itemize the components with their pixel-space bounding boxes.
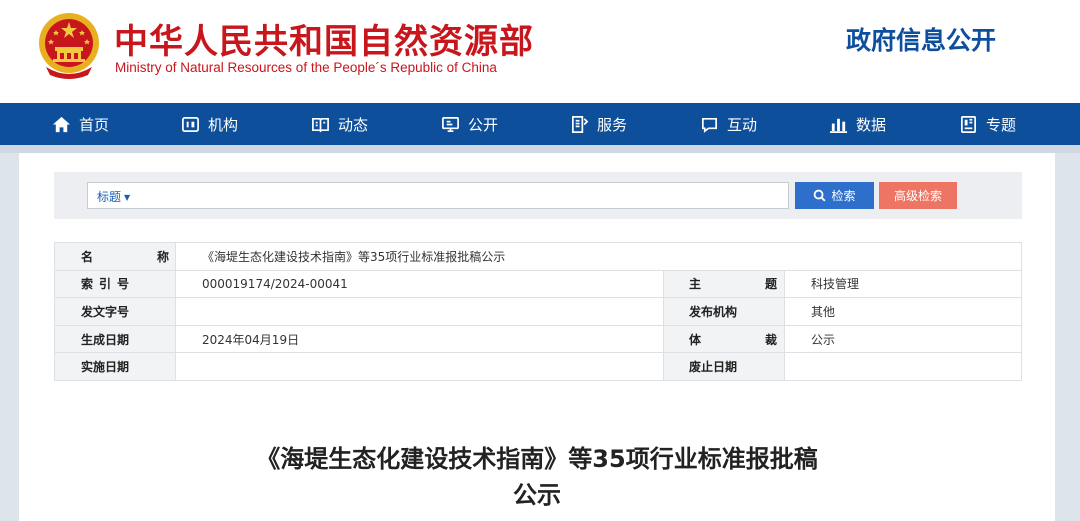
name-label: 名 称 xyxy=(81,249,169,264)
advanced-search-label: 高级检索 xyxy=(893,189,942,203)
subject-label: 主 题 xyxy=(689,277,777,292)
genre-value: 公示 xyxy=(784,324,1022,354)
main-nav: 首页 机构 动态 公开 服务 互动 数据 专题 xyxy=(0,103,1080,145)
search-field-label: 标题 xyxy=(97,190,122,204)
doc-no-label-cell: 发文字号 xyxy=(54,297,176,326)
name-value: 《海堤生态化建设技术指南》等35项行业标准报批稿公示 xyxy=(175,242,1022,271)
nav-item-label: 专题 xyxy=(986,115,1017,134)
nav-item-organization[interactable]: 机构 xyxy=(181,103,238,145)
nav-item-label: 数据 xyxy=(856,115,887,134)
created-label: 生成日期 xyxy=(81,332,130,347)
chat-icon xyxy=(701,117,718,133)
document-icon xyxy=(571,115,589,133)
table-row: 名 称 《海堤生态化建设技术指南》等35项行业标准报批稿公示 xyxy=(54,242,1022,271)
search-icon xyxy=(814,189,827,202)
monitor-icon xyxy=(442,116,459,132)
search-bar: 标题 ▼ 检索 高级检索 xyxy=(54,172,1022,219)
expiry-label-cell: 废止日期 xyxy=(663,352,785,381)
index-label: 索引号 xyxy=(81,277,136,292)
search-input[interactable]: 标题 ▼ xyxy=(87,182,789,209)
nav-item-interact[interactable]: 互动 xyxy=(700,103,757,145)
effective-value xyxy=(175,352,664,381)
nav-item-topic[interactable]: 专题 xyxy=(959,103,1016,145)
table-row: 发文字号 发布机构 其他 xyxy=(54,297,1022,326)
index-label-cell: 索引号 xyxy=(54,269,176,299)
nav-item-public[interactable]: 公开 xyxy=(441,103,498,145)
issuer-label-cell: 发布机构 xyxy=(663,297,785,326)
content-panel: 标题▼ 检索 高级检索 名 称 《海堤生态化建设技术指南》等35项行业标准报批稿… xyxy=(19,153,1055,521)
issuer-value: 其他 xyxy=(784,297,1022,326)
caret-down-icon: ▼ xyxy=(124,193,131,202)
nav-item-home[interactable]: 首页 xyxy=(52,103,109,145)
site-subtitle: Ministry of Natural Resources of the Peo… xyxy=(115,60,497,75)
search-button-label: 检索 xyxy=(831,189,856,203)
organization-icon xyxy=(182,116,199,132)
site-header: 中华人民共和国自然资源部 Ministry of Natural Resourc… xyxy=(0,0,1080,103)
news-icon xyxy=(312,117,329,132)
expiry-label: 废止日期 xyxy=(689,360,738,375)
advanced-search-button[interactable]: 高级检索 xyxy=(879,182,957,209)
article-title: 《海堤生态化建设技术指南》等35项行业标准报批稿 公示 xyxy=(19,441,1055,513)
home-icon xyxy=(52,116,71,132)
site-title[interactable]: 中华人民共和国自然资源部 xyxy=(114,14,534,63)
created-value: 2024年04月19日 xyxy=(175,324,664,354)
article-title-line-1: 《海堤生态化建设技术指南》等35项行业标准报批稿 xyxy=(256,445,818,473)
article-title-line-2: 公示 xyxy=(513,481,561,509)
subject-label-cell: 主 题 xyxy=(663,269,785,299)
nav-item-label: 服务 xyxy=(597,115,628,134)
effective-label: 实施日期 xyxy=(81,360,130,375)
subject-value: 科技管理 xyxy=(784,269,1022,299)
expiry-value xyxy=(784,352,1022,381)
national-emblem-icon[interactable] xyxy=(36,11,102,81)
nav-item-news[interactable]: 动态 xyxy=(311,103,368,145)
genre-label-cell: 体 裁 xyxy=(663,324,785,354)
index-value: 000019174/2024-00041 xyxy=(175,269,664,299)
nav-item-service[interactable]: 服务 xyxy=(570,103,627,145)
genre-label: 体 裁 xyxy=(689,332,777,347)
nav-item-label: 公开 xyxy=(468,115,499,134)
document-info-table: 名 称 《海堤生态化建设技术指南》等35项行业标准报批稿公示 索引号 00001… xyxy=(54,242,1022,381)
created-label-cell: 生成日期 xyxy=(54,324,176,354)
doc-no-value xyxy=(175,297,664,326)
nav-shadow-stripe xyxy=(0,145,1080,153)
table-row: 实施日期 废止日期 xyxy=(54,352,1022,381)
nav-item-label: 动态 xyxy=(338,115,369,134)
table-row: 生成日期 2024年04月19日 体 裁 公示 xyxy=(54,324,1022,354)
book-icon xyxy=(960,115,977,133)
search-field-selector[interactable]: 标题 ▼ xyxy=(97,188,130,205)
nav-item-label: 互动 xyxy=(727,115,758,134)
nav-item-label: 首页 xyxy=(79,115,110,134)
name-label-cell: 名 称 xyxy=(54,242,176,271)
nav-item-label: 机构 xyxy=(208,115,239,134)
effective-label-cell: 实施日期 xyxy=(54,352,176,381)
doc-no-label: 发文字号 xyxy=(81,304,130,319)
bar-chart-icon xyxy=(829,118,848,133)
section-title[interactable]: 政府信息公开 xyxy=(846,21,996,57)
nav-item-data[interactable]: 数据 xyxy=(829,103,886,145)
issuer-label: 发布机构 xyxy=(689,304,738,319)
table-row: 索引号 000019174/2024-00041 主 题 科技管理 xyxy=(54,269,1022,299)
search-button[interactable]: 检索 xyxy=(795,182,874,209)
